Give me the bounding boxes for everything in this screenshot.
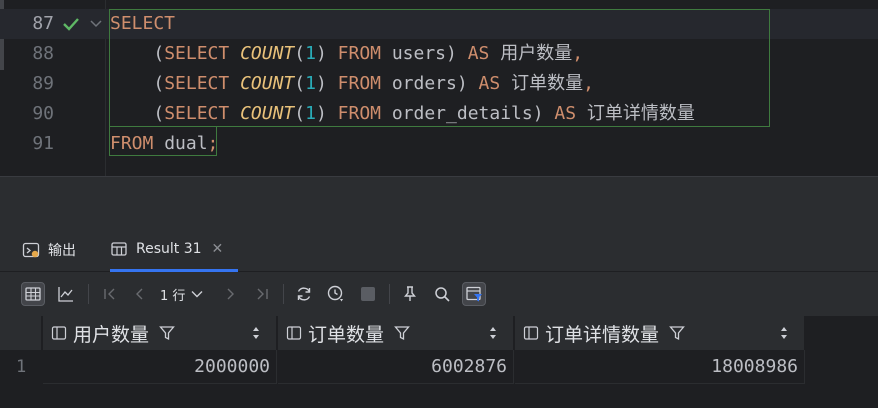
column-header[interactable]: 用户数量 xyxy=(43,316,277,350)
pin-tab-button[interactable] xyxy=(398,282,422,306)
row-number: 1 xyxy=(0,350,42,384)
filter-icon[interactable] xyxy=(159,325,175,341)
chevron-down-icon xyxy=(191,291,203,298)
pin-icon xyxy=(404,286,416,301)
history-button[interactable] xyxy=(324,282,348,306)
column-header-label: 订单详情数量 xyxy=(545,323,660,346)
statement-highlight-tail xyxy=(109,127,217,156)
table-view-button[interactable] xyxy=(21,282,45,306)
previous-page-button[interactable] xyxy=(128,282,152,306)
clock-icon xyxy=(327,285,343,302)
chevron-right-icon xyxy=(227,288,234,300)
sort-icon[interactable] xyxy=(780,326,788,340)
line-number: 88 xyxy=(32,43,54,64)
refresh-button[interactable] xyxy=(292,282,316,306)
column-icon xyxy=(286,326,302,340)
filter-icon[interactable] xyxy=(669,325,685,341)
toolbar-divider xyxy=(88,284,89,304)
table-cell[interactable]: 18008986 xyxy=(515,350,805,384)
results-toolbar: 1 行 xyxy=(0,272,878,316)
results-grid: 用户数量 订单数量 订单详情数量 1 2000000 6002876 18008… xyxy=(0,316,878,408)
column-header[interactable]: 订单详情数量 xyxy=(515,316,805,350)
sort-icon[interactable] xyxy=(252,326,260,340)
rows-per-page-select[interactable]: 1 行 xyxy=(160,282,203,306)
stop-icon xyxy=(361,287,375,301)
results-tab-bar: 输出 Result 31 ✕ xyxy=(0,228,878,272)
table-icon xyxy=(111,241,127,256)
statement-highlight xyxy=(109,9,770,127)
filter-icon[interactable] xyxy=(394,325,410,341)
column-icon xyxy=(523,326,539,340)
toolbar-divider xyxy=(283,284,284,304)
column-header[interactable]: 订单数量 xyxy=(278,316,514,350)
last-page-button[interactable] xyxy=(250,282,274,306)
column-icon xyxy=(51,326,67,340)
check-icon xyxy=(63,18,79,31)
table-row[interactable]: 1 2000000 6002876 18008986 xyxy=(0,350,878,384)
tab-output[interactable]: 输出 xyxy=(22,228,76,272)
next-page-button[interactable] xyxy=(218,282,242,306)
line-number: 90 xyxy=(32,103,54,124)
line-number: 89 xyxy=(32,73,54,94)
toolbar-divider xyxy=(389,284,390,304)
chevron-left-icon xyxy=(136,288,143,300)
sql-editor[interactable]: 87 SELECT 88 (SELECT COUNT(1) FROM users… xyxy=(0,0,878,176)
stop-button[interactable] xyxy=(356,282,380,306)
first-page-icon xyxy=(104,288,115,300)
refresh-icon xyxy=(297,287,311,301)
rows-label: 1 行 xyxy=(160,288,186,304)
panel-splitter[interactable] xyxy=(0,176,878,228)
line-number: 87 xyxy=(32,13,54,34)
column-header-label: 订单数量 xyxy=(308,323,385,346)
tab-result[interactable]: Result 31 ✕ xyxy=(110,228,238,272)
column-header-label: 用户数量 xyxy=(73,323,150,346)
search-button[interactable] xyxy=(430,282,454,306)
tab-result-label: Result 31 xyxy=(136,240,202,257)
filter-panel-button[interactable] xyxy=(462,282,486,306)
filter-table-icon xyxy=(466,286,482,302)
search-icon xyxy=(434,286,450,302)
line-chart-icon xyxy=(58,287,73,302)
table-cell[interactable]: 2000000 xyxy=(43,350,277,384)
grid-icon xyxy=(25,287,41,301)
first-page-button[interactable] xyxy=(98,282,122,306)
last-page-icon xyxy=(257,288,268,300)
line-number: 91 xyxy=(32,133,54,154)
close-icon[interactable]: ✕ xyxy=(212,241,224,257)
console-icon xyxy=(22,242,40,258)
table-cell[interactable]: 6002876 xyxy=(278,350,514,384)
chevron-down-icon[interactable] xyxy=(90,19,102,29)
row-number-header xyxy=(0,316,42,350)
sort-icon[interactable] xyxy=(489,326,497,340)
chart-view-button[interactable] xyxy=(54,282,78,306)
tab-output-label: 输出 xyxy=(48,243,76,259)
